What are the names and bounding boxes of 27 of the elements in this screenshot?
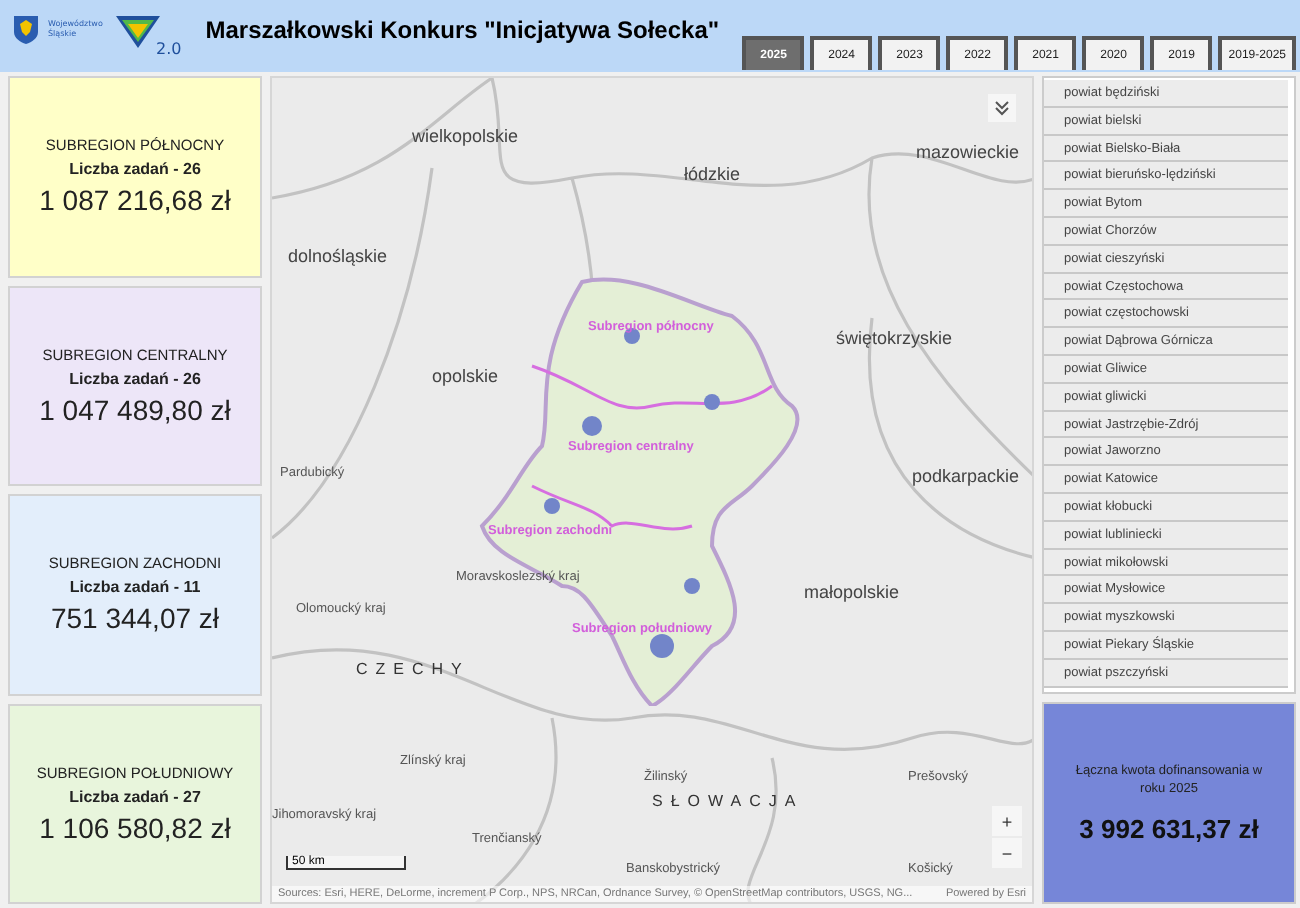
subregion-amount: 1 087 216,68 zł — [39, 184, 231, 217]
total-amount: 3 992 631,37 zł — [1079, 814, 1259, 845]
region-label: podkarpackie — [912, 466, 1020, 486]
country-label: CZECHY — [356, 660, 470, 678]
subregion-amount: 1 106 580,82 zł — [39, 811, 231, 844]
version-label: 2.0 — [156, 39, 182, 57]
double-chevron-down-icon — [994, 100, 1010, 116]
region-label: dolnośląskie — [288, 246, 388, 266]
subregion-amount: 751 344,07 zł — [50, 602, 220, 635]
zoom-out-button[interactable]: − — [992, 838, 1022, 868]
region-label: świętokrzyskie — [836, 328, 953, 348]
zoom-in-button[interactable]: + — [992, 806, 1022, 836]
chevron-logo — [116, 12, 160, 52]
region-label: małopolskie — [804, 582, 900, 602]
task-count: Liczba zadań - 26 — [69, 369, 201, 388]
country-label: SŁOWACJA — [652, 792, 804, 810]
region-label: łódzkie — [684, 164, 741, 184]
coat-of-arms-logo — [12, 14, 40, 46]
task-count: Liczba zadań - 27 — [69, 787, 201, 806]
region-label: mazowieckie — [916, 142, 1020, 162]
collapse-button[interactable] — [988, 94, 1016, 122]
page-title: Marszałkowski Konkurs "Inicjatywa Sołecka" — [205, 16, 720, 44]
task-count: Liczba zadań - 11 — [69, 578, 201, 597]
subregion-amount: 1 047 489,80 zł — [39, 393, 231, 426]
region-label: wielkopolskie — [412, 126, 519, 146]
region-label: opolskie — [432, 366, 499, 386]
task-count: Liczba zadań - 26 — [69, 160, 201, 179]
